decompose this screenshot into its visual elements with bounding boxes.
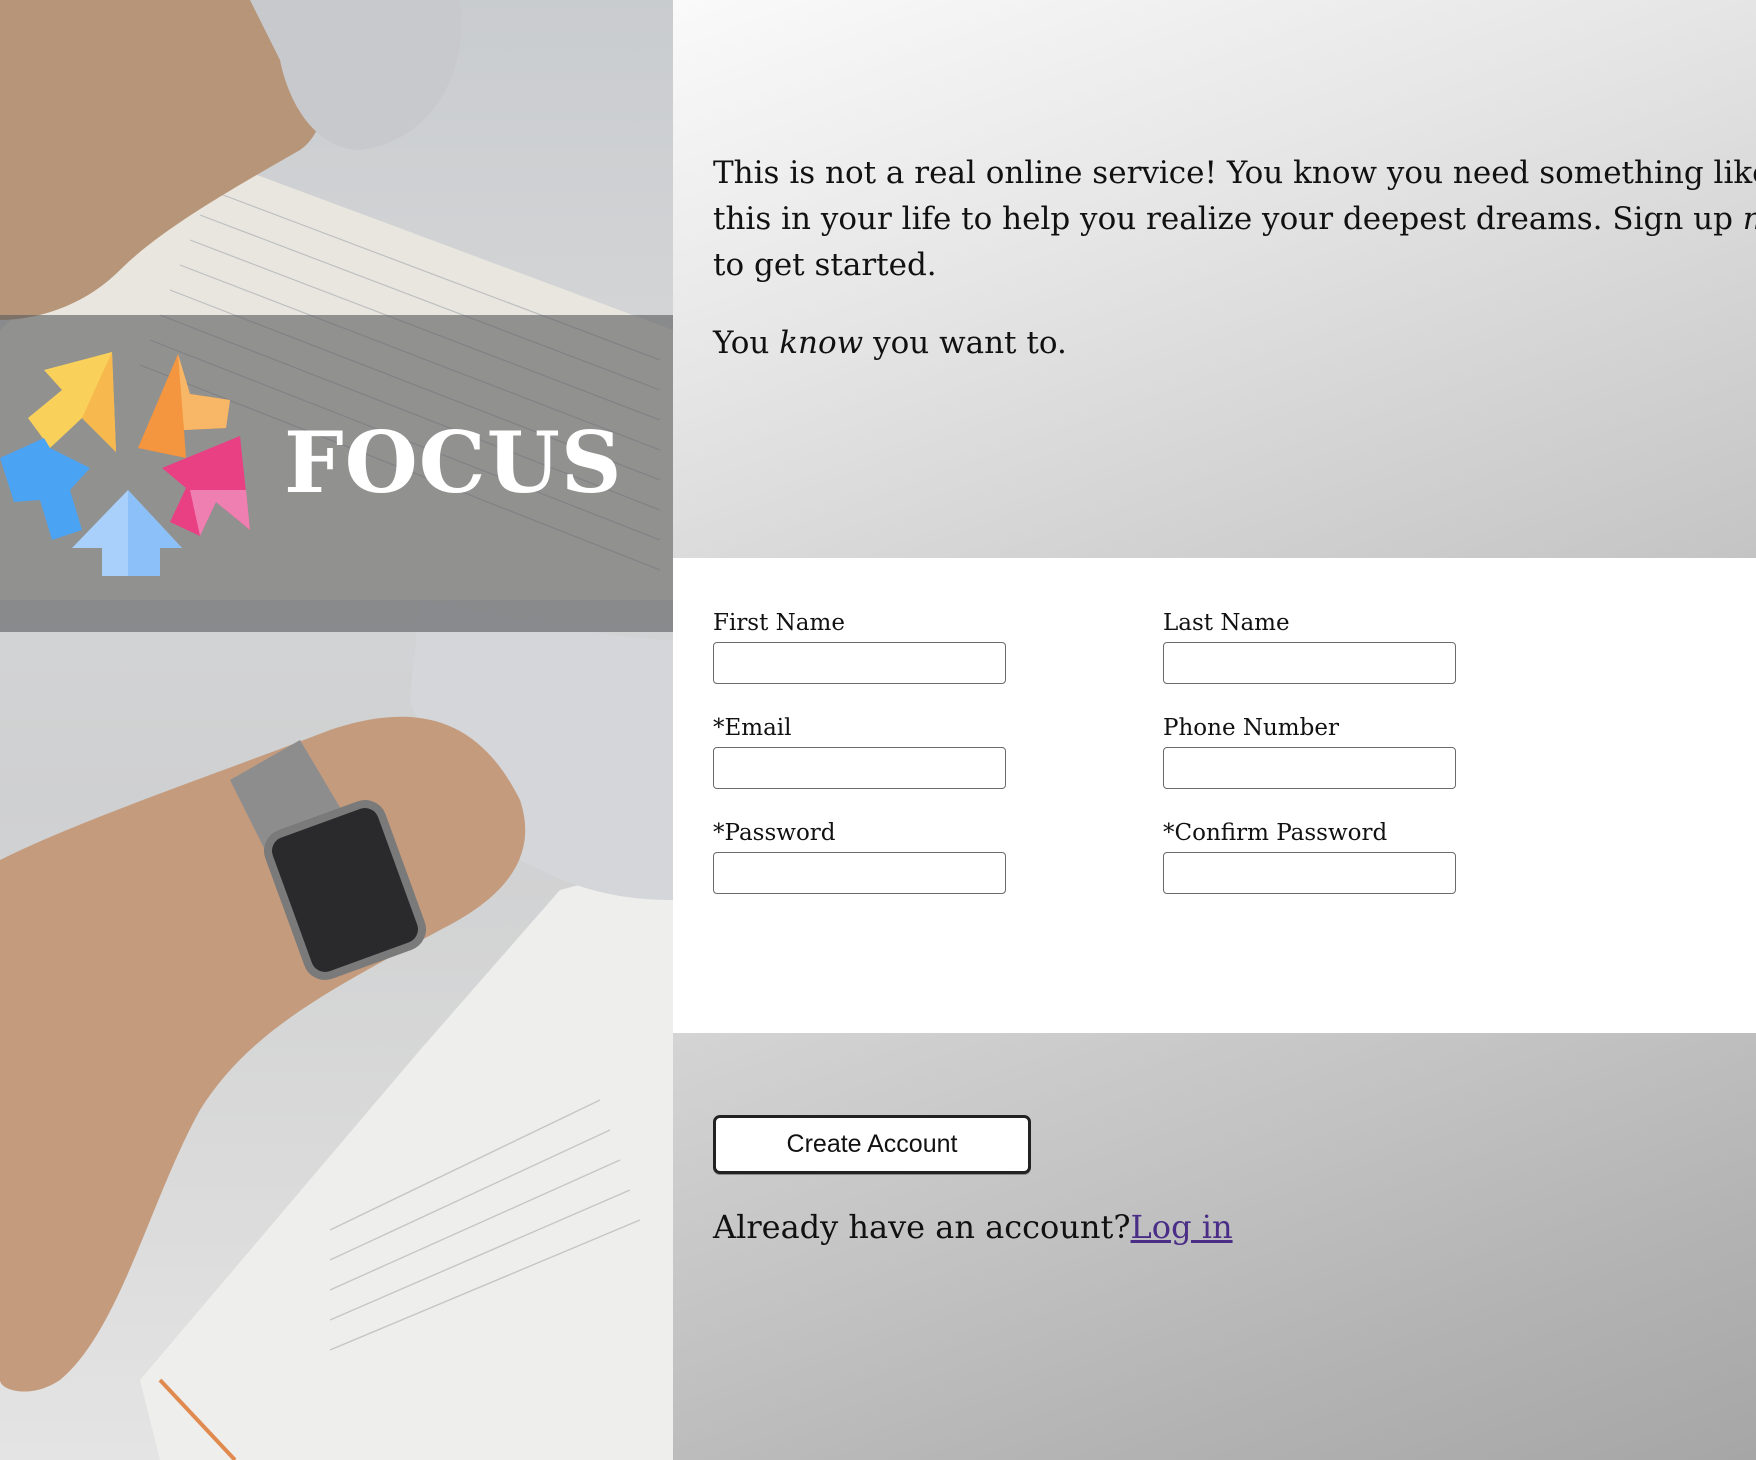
first-name-input[interactable]: [713, 642, 1006, 684]
last-name-label: Last Name: [1163, 610, 1290, 636]
first-name-label: First Name: [713, 610, 845, 636]
intro-line-3: to get started.: [713, 247, 937, 283]
desk-photo-illustration: [0, 0, 673, 1460]
login-prompt: Already have an account?Log in: [713, 1208, 1233, 1246]
confirm-password-label: *Confirm Password: [1163, 820, 1388, 846]
last-name-group: Last Name: [1163, 606, 1459, 684]
email-label: *Email: [713, 715, 792, 741]
actions-section: Create Account Already have an account?L…: [673, 1033, 1756, 1460]
signup-page: FOCUS This is not a real online service!…: [0, 0, 1756, 1460]
password-input[interactable]: [713, 852, 1006, 894]
login-link[interactable]: Log in: [1131, 1208, 1233, 1246]
email-group: *Email: [713, 711, 1009, 789]
intro-emphasis-now: now: [1743, 201, 1756, 237]
last-name-input[interactable]: [1163, 642, 1456, 684]
phone-label: Phone Number: [1163, 715, 1339, 741]
focus-logo-icon: [0, 352, 250, 576]
intro-text: This is not a real online service! You k…: [713, 150, 1756, 366]
tagline-emphasis-know: know: [779, 325, 864, 361]
brand-logo-band: FOCUS: [0, 315, 673, 632]
intro-section: This is not a real online service! You k…: [673, 0, 1756, 558]
phone-group: Phone Number: [1163, 711, 1459, 789]
brand-name: FOCUS: [284, 413, 623, 512]
intro-line-2: this in your life to help you realize yo…: [713, 201, 1743, 237]
confirm-password-group: *Confirm Password: [1163, 816, 1459, 894]
hero-photo-panel: FOCUS: [0, 0, 673, 1460]
signup-form: First Name Last Name *Email Phone Number…: [673, 558, 1756, 1033]
phone-input[interactable]: [1163, 747, 1456, 789]
confirm-password-input[interactable]: [1163, 852, 1456, 894]
first-name-group: First Name: [713, 606, 1009, 684]
email-input[interactable]: [713, 747, 1006, 789]
intro-line-1: This is not a real online service! You k…: [713, 155, 1756, 191]
password-group: *Password: [713, 816, 1009, 894]
tagline-after: you want to.: [863, 325, 1067, 361]
intro-tagline: You know you want to.: [713, 320, 1756, 366]
create-account-button[interactable]: Create Account: [713, 1115, 1031, 1174]
intro-paragraph: This is not a real online service! You k…: [713, 150, 1756, 288]
have-account-text: Already have an account?: [713, 1208, 1131, 1246]
tagline-before: You: [713, 325, 780, 361]
password-label: *Password: [713, 820, 836, 846]
